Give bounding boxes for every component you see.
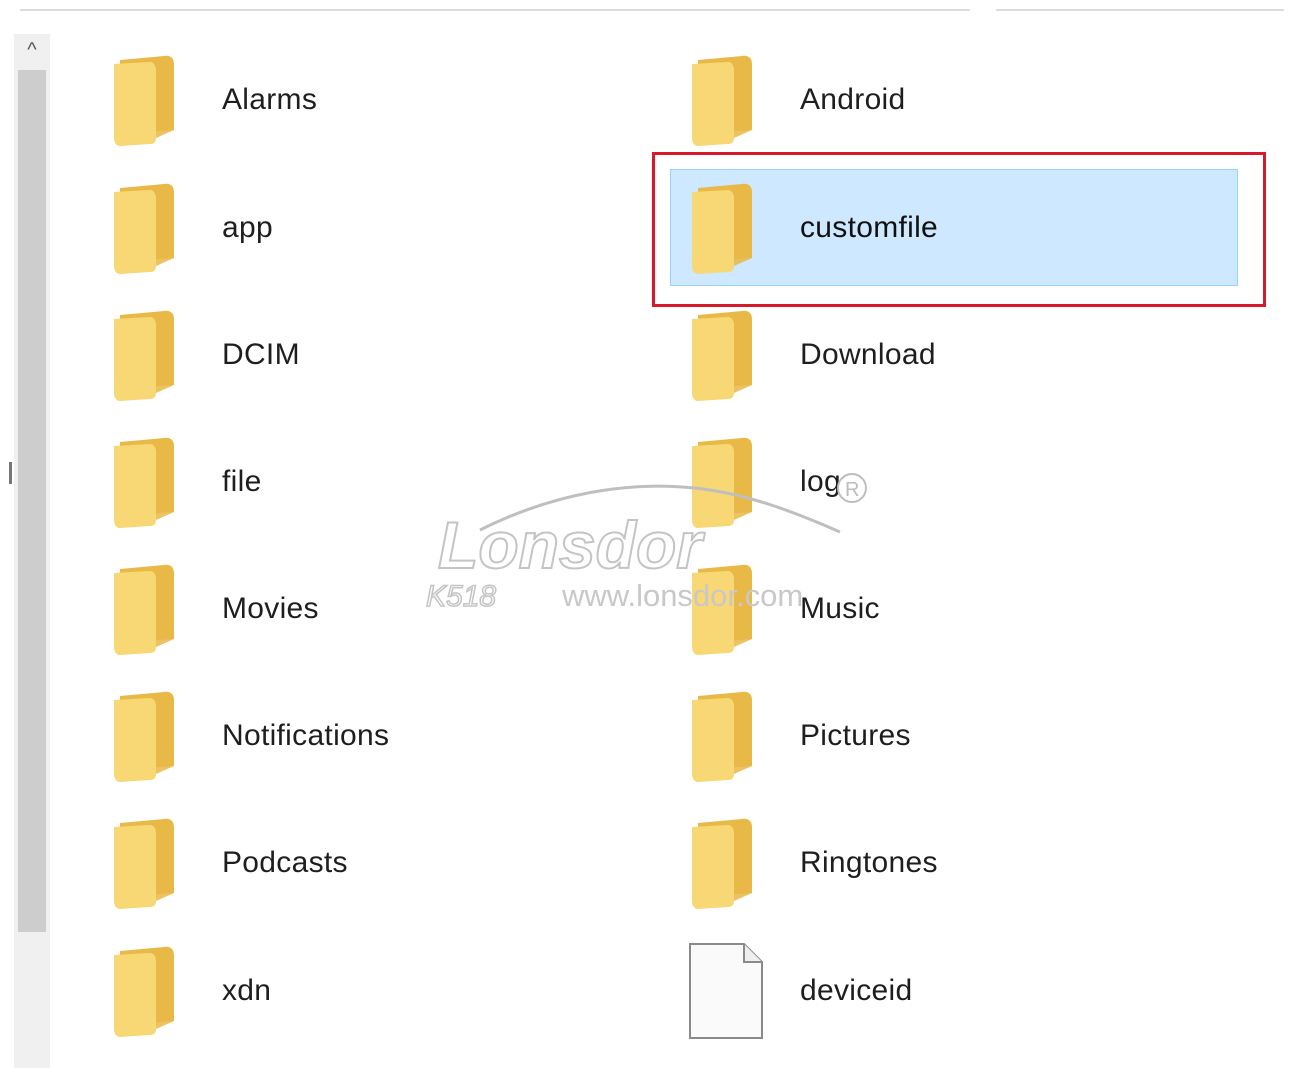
scroll-thumb[interactable]	[18, 70, 46, 932]
item-label: Podcasts	[222, 846, 348, 879]
file-item-deviceid[interactable]: deviceid	[688, 936, 1248, 1046]
item-label: Pictures	[800, 719, 911, 752]
folder-icon	[688, 50, 788, 150]
folder-icon	[688, 432, 788, 532]
folder-item-dcim[interactable]: DCIM	[110, 300, 670, 410]
item-label: file	[222, 465, 262, 498]
folder-item-log[interactable]: log	[688, 427, 1248, 537]
item-label: Alarms	[222, 83, 318, 116]
folder-icon	[110, 178, 210, 278]
edge-marker	[9, 462, 12, 484]
folder-item-ringtones[interactable]: Ringtones	[688, 808, 1248, 918]
item-label: Android	[800, 83, 906, 116]
top-divider-right	[996, 9, 1284, 11]
folder-icon	[110, 432, 210, 532]
item-label: log	[800, 465, 841, 498]
folder-item-download[interactable]: Download	[688, 300, 1248, 410]
folder-item-app[interactable]: app	[110, 173, 670, 283]
folder-item-notifications[interactable]: Notifications	[110, 681, 670, 791]
folder-item-android[interactable]: Android	[688, 45, 1248, 155]
folder-icon	[110, 686, 210, 786]
folder-icon	[110, 50, 210, 150]
folder-icon	[688, 813, 788, 913]
folder-icon	[110, 559, 210, 659]
folder-item-movies[interactable]: Movies	[110, 554, 670, 664]
folder-icon	[110, 813, 210, 913]
vertical-scrollbar[interactable]: ^	[14, 34, 50, 1068]
item-label: DCIM	[222, 338, 300, 371]
folder-item-pictures[interactable]: Pictures	[688, 681, 1248, 791]
item-label: Notifications	[222, 719, 390, 752]
item-label: app	[222, 211, 273, 244]
folder-icon	[110, 305, 210, 405]
item-label: Music	[800, 592, 880, 625]
folder-icon	[688, 305, 788, 405]
folder-item-file[interactable]: file	[110, 427, 670, 537]
top-divider-left	[20, 9, 970, 11]
item-label: xdn	[222, 974, 272, 1007]
folder-icon	[688, 559, 788, 659]
folder-icon	[688, 686, 788, 786]
folder-item-alarms[interactable]: Alarms	[110, 45, 670, 155]
folder-item-podcasts[interactable]: Podcasts	[110, 808, 670, 918]
folder-item-xdn[interactable]: xdn	[110, 936, 670, 1046]
folder-item-music[interactable]: Music	[688, 554, 1248, 664]
item-label: Ringtones	[800, 846, 938, 879]
annotation-highlight-box	[652, 152, 1266, 307]
file-icon	[688, 941, 788, 1041]
folder-icon	[110, 941, 210, 1041]
item-label: Movies	[222, 592, 319, 625]
scroll-up-arrow[interactable]: ^	[14, 34, 50, 66]
item-label: Download	[800, 338, 936, 371]
item-label: deviceid	[800, 974, 913, 1007]
